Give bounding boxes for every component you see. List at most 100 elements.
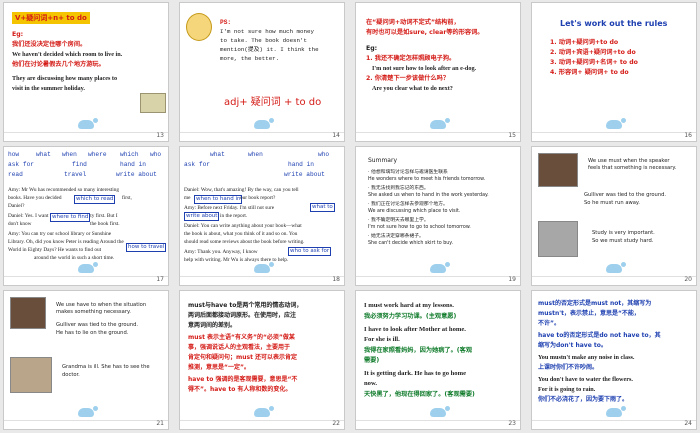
whale-icon: [78, 262, 98, 273]
answer-what-to[interactable]: what to: [310, 203, 335, 212]
word-bank-where: where: [88, 151, 107, 158]
word-bank-read: read: [8, 171, 23, 178]
example-line-4: So we must study hard.: [592, 238, 654, 244]
summary-line-8: I'm not sure how to go to school tomorro…: [368, 225, 471, 230]
dialog-line-6: should read some reviews about the book …: [184, 239, 305, 245]
slide-footer: [4, 420, 168, 429]
summary-line-2: He wonders where to meet his friends tom…: [368, 177, 486, 182]
slide-number: 15: [508, 132, 516, 139]
answer-when-to-hand-in[interactable]: when to hand in: [194, 195, 243, 204]
sentence-zh-2: 他们在讨论暑假去几个地方游玩。: [12, 61, 105, 68]
slide-22[interactable]: must与have to是两个常用的情态动词， 两词后面都接动词原形。在使用时，…: [179, 290, 345, 430]
word-bank-what: what: [210, 151, 225, 158]
dialog-line-2: me: [184, 195, 191, 201]
word-bank-who: who: [150, 151, 162, 158]
example-line-4: For she is ill.: [364, 336, 400, 343]
dialog-line-5: don't know: [8, 221, 32, 227]
negation-line-2: mustn't，表示禁止，意思是“不能，: [538, 310, 640, 317]
word-bank-which: which: [120, 151, 139, 158]
word-bank-travel: travel: [64, 171, 87, 178]
slide-number: 19: [508, 276, 516, 283]
caption-line-2: feels that something is necessary.: [588, 165, 677, 171]
slide-footer: [4, 132, 168, 141]
ps-line-2: to take. The book doesn't: [220, 37, 307, 44]
negation-line-10: 你们不必浇花了，因为要下雨了。: [538, 396, 629, 403]
dialog-line-1: Daniel: Wow, that's amazing! By the way,…: [184, 187, 299, 193]
whale-icon: [430, 406, 450, 417]
example-line-5: 我得在家照看妈妈，因为她病了。(客观: [364, 347, 473, 354]
rule-2: 2. 动词+宾语+疑问词+to do: [550, 49, 636, 56]
slide-number: 17: [156, 276, 164, 283]
whale-icon: [78, 118, 98, 129]
slide-number: 24: [684, 420, 692, 427]
slide-21[interactable]: We use have to when the situation makes …: [3, 290, 169, 430]
slide-footer: [4, 276, 168, 285]
rule-4: 4. 形容词+ 疑问词+ to do: [550, 69, 629, 76]
answer-which-to-read[interactable]: which to read: [74, 195, 116, 204]
summary-line-1: · 他想和璃玛讨论怎样与邀请医生联系: [368, 170, 448, 175]
answer-write-about[interactable]: write about: [184, 212, 220, 221]
money-image: [140, 93, 166, 113]
dialog-line-3b: in the report.: [220, 213, 248, 219]
explain-line-3: 意两词间的差别。: [188, 322, 237, 329]
word-bank-how: how: [8, 151, 20, 158]
sentence-en-2b: visit in the summer holiday.: [12, 85, 85, 92]
slide-footer: [180, 276, 344, 285]
ps-line-1: I'm not sure how much money: [220, 28, 314, 35]
dialog-line-2b: first,: [122, 195, 132, 201]
whale-icon: [430, 118, 450, 129]
slide-15[interactable]: 在“疑问词+动词不定式”结构前， 有时也可以是如sure, clear等的形容词…: [355, 2, 521, 142]
example-en-2: Are you clear what to do next?: [372, 85, 453, 92]
word-bank-write-about: write about: [284, 171, 325, 178]
answer-where-to-find[interactable]: where to find: [50, 213, 91, 222]
summary-line-4: She asked us when to hand in the work ye…: [368, 193, 489, 198]
dialog-line-3: Daniel?: [8, 203, 25, 209]
slide-24[interactable]: must的否定形式是must not，其缩写为 mustn't，表示禁止，意思是…: [531, 290, 697, 430]
slide-13[interactable]: V+疑问词+n+ to do Eg: 我们还没决定住哪个房间。 We haven…: [3, 2, 169, 142]
slide-grid: V+疑问词+n+ to do Eg: 我们还没决定住哪个房间。 We haven…: [3, 2, 697, 431]
negation-line-1: must的否定形式是must not，其缩写为: [538, 300, 652, 307]
slide-number: 22: [332, 420, 340, 427]
sentence-zh-1: 我们还没决定住哪个房间。: [12, 41, 87, 48]
slide-footer: [356, 276, 520, 285]
note-line-1: 在“疑问词+动词不定式”结构前，: [366, 19, 460, 26]
dialog-line-2: books. Have you decided: [8, 195, 62, 201]
slide-footer: [180, 420, 344, 429]
negation-line-8: You don't have to water the flowers.: [538, 376, 633, 383]
formula: adj+ 疑问词 + to do: [224, 97, 322, 108]
negation-line-6: You mustn't make any noise in class.: [538, 354, 635, 361]
whale-icon: [606, 262, 626, 273]
whale-icon: [254, 118, 274, 129]
summary-line-3: · 我无法找到我忘记的东西。: [368, 186, 429, 191]
word-bank-ask-for: ask for: [184, 161, 210, 168]
dialog-line-5: the book is about, what you think of it …: [184, 231, 298, 237]
slide-14[interactable]: PS: I'm not sure how much money to take.…: [179, 2, 345, 142]
word-bank-when: when: [248, 151, 263, 158]
example-line-1: I must work hard at my lessons.: [364, 302, 454, 309]
dialog-line-8: World in Eighty Days? He wants to find o…: [8, 247, 102, 253]
slide-number: 18: [332, 276, 340, 283]
dialog-line-6: Amy: You can try our school library or S…: [8, 231, 112, 237]
example-line-3: Study is very important.: [592, 230, 655, 236]
slide-18[interactable]: what when who ask for hand in write abou…: [179, 146, 345, 286]
slide-16[interactable]: Let's work out the rules 1. 动词+疑问词+to do…: [531, 2, 697, 142]
gulliver-image: [538, 153, 578, 187]
summary-line-7: · 我不确定明天去哪里上学。: [368, 218, 429, 223]
example-line-2: 我必须努力学习功课。(主观意愿): [364, 313, 457, 320]
slide-number: 20: [684, 276, 692, 283]
slide-17[interactable]: how what when where which who ask for fi…: [3, 146, 169, 286]
example-line-9: 天快黑了，他现在得回家了。(客观需要): [364, 391, 475, 398]
answer-how-to-travel[interactable]: how to travel: [126, 243, 167, 252]
negation-line-7: 上课时你们不许吵闹。: [538, 364, 599, 371]
slide-19[interactable]: Summary · 他想和璃玛讨论怎样与邀请医生联系 He wonders wh…: [355, 146, 521, 286]
studying-image: [538, 221, 578, 257]
answer-who-to-ask-for[interactable]: who to ask for: [288, 247, 332, 256]
example-line-7: It is getting dark. He has to go home: [364, 370, 467, 377]
explain-line-6: 肯定句和疑问句；must 还可以表示肯定: [188, 354, 298, 361]
example-line-3: I have to look after Mother at home.: [364, 326, 466, 333]
slide-number: 23: [508, 420, 516, 427]
word-bank-find: find: [72, 161, 87, 168]
slide-20[interactable]: We use must when the speaker feels that …: [531, 146, 697, 286]
whale-icon: [606, 406, 626, 417]
slide-23[interactable]: I must work hard at my lessons. 我必须努力学习功…: [355, 290, 521, 430]
